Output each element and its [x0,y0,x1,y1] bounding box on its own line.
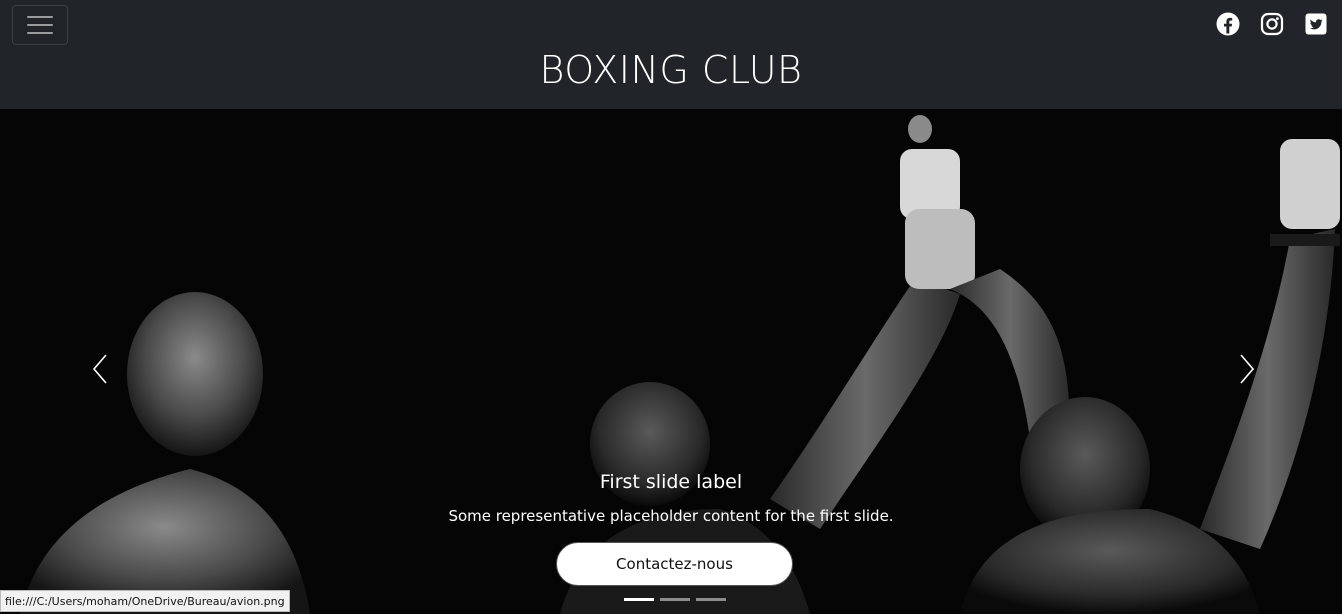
carousel-indicator-2[interactable] [660,598,690,601]
site-brand[interactable]: BOXING CLUB [0,48,1342,92]
facebook-icon [1216,12,1240,36]
carousel-next-button[interactable] [1227,344,1267,394]
carousel-indicator-3[interactable] [696,598,726,601]
social-links [1216,12,1328,36]
navbar-toggler-button[interactable] [12,5,68,45]
caption-text: Some representative placeholder content … [448,507,894,525]
caption-title: First slide label [599,471,743,493]
twitter-link[interactable] [1304,12,1328,36]
chevron-right-icon [1240,354,1255,384]
carousel-indicators [624,598,726,601]
instagram-link[interactable] [1260,12,1284,36]
hamburger-icon-bar [27,24,53,26]
facebook-link[interactable] [1216,12,1240,36]
contact-button[interactable]: Contactez-nous [556,542,793,586]
hero-carousel: First slide label Some representative pl… [0,109,1342,614]
boxing-hero-image [0,109,1342,614]
chevron-left-icon [92,354,107,384]
hamburger-icon-bar [27,32,53,34]
browser-status-bar: file:///C:/Users/moham/OneDrive/Bureau/a… [0,590,290,612]
twitter-icon [1305,13,1327,35]
hamburger-icon [27,16,53,18]
navbar: BOXING CLUB [0,0,1342,109]
carousel-indicator-1[interactable] [624,598,654,601]
carousel-prev-button[interactable] [80,344,120,394]
instagram-icon [1260,12,1284,36]
